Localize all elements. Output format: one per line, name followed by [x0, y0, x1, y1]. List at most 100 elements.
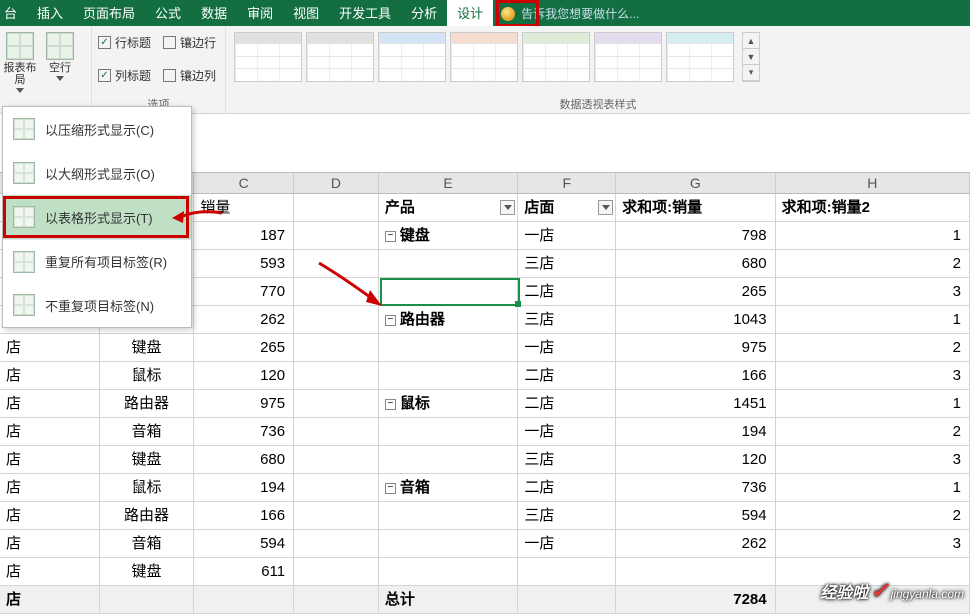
pivot-product[interactable] [379, 530, 519, 558]
cell-sales[interactable]: 265 [194, 334, 294, 362]
cell-store[interactable]: 店 [0, 362, 100, 390]
pivot-store[interactable]: 二店 [518, 362, 616, 390]
col-header-h[interactable]: H [776, 173, 970, 193]
pivot-style-2[interactable] [306, 32, 374, 82]
cell-sales[interactable]: 194 [194, 474, 294, 502]
pivot-style-4[interactable] [450, 32, 518, 82]
pivot-sum2[interactable]: 3 [776, 278, 970, 306]
pivot-store[interactable]: 二店 [518, 390, 616, 418]
filter-dropdown-icon[interactable] [500, 200, 515, 215]
tab-pagelayout[interactable]: 页面布局 [73, 0, 145, 26]
pivot-sum2[interactable]: 1 [776, 222, 970, 250]
cell-sales[interactable]: 611 [194, 558, 294, 586]
blank-rows-button[interactable]: 空行 [40, 26, 80, 94]
chk-banded-rows[interactable]: 镶边行 [157, 32, 222, 53]
pivot-product[interactable]: −路由器 [379, 306, 519, 334]
col-header-d[interactable]: D [294, 173, 379, 193]
cell-sales[interactable]: 736 [194, 418, 294, 446]
pivot-product[interactable] [379, 502, 519, 530]
pivot-store[interactable]: 三店 [518, 250, 616, 278]
cell-product[interactable]: 路由器 [100, 502, 195, 530]
pivot-sum2[interactable]: 2 [776, 502, 970, 530]
cell-sales[interactable]: 262 [194, 306, 294, 334]
pivot-sum1[interactable]: 265 [616, 278, 776, 306]
style-gallery-nav[interactable]: ▲ ▼ ▾ [742, 32, 760, 82]
pivot-style-3[interactable] [378, 32, 446, 82]
cell[interactable] [294, 418, 379, 446]
report-layout-button[interactable]: 报表布 局 [0, 26, 40, 94]
pivot-product[interactable] [379, 334, 519, 362]
filter-dropdown-icon[interactable] [598, 200, 613, 215]
col-header-g[interactable]: G [616, 173, 776, 193]
pivot-sum1[interactable]: 680 [616, 250, 776, 278]
cell-product[interactable]: 鼠标 [100, 362, 195, 390]
menu-outline[interactable]: 以大纲形式显示(O) [3, 151, 191, 195]
cell-store[interactable]: 店 [0, 474, 100, 502]
gallery-up-icon[interactable]: ▲ [743, 33, 759, 49]
pivot-sum2[interactable]: 3 [776, 530, 970, 558]
cell-product[interactable]: 键盘 [100, 334, 195, 362]
cell[interactable] [294, 390, 379, 418]
pivot-product[interactable] [379, 362, 519, 390]
pivot-sum1[interactable]: 166 [616, 362, 776, 390]
pivot-style-5[interactable] [522, 32, 590, 82]
cell[interactable] [294, 502, 379, 530]
pivot-sum2[interactable]: 2 [776, 334, 970, 362]
pivot-style-6[interactable] [594, 32, 662, 82]
pivot-product[interactable]: −鼠标 [379, 390, 519, 418]
menu-no-repeat-labels[interactable]: 不重复项目标签(N) [3, 283, 191, 327]
header-product[interactable]: 产品 [379, 194, 519, 222]
pivot-sum1[interactable]: 1451 [616, 390, 776, 418]
pivot-store[interactable]: 一店 [518, 222, 616, 250]
cell[interactable] [294, 194, 379, 222]
pivot-sum2[interactable]: 1 [776, 390, 970, 418]
cell[interactable] [379, 558, 519, 586]
gallery-down-icon[interactable]: ▼ [743, 49, 759, 65]
tab-design[interactable]: 设计 [447, 0, 493, 26]
cell[interactable] [294, 222, 379, 250]
cell[interactable] [294, 362, 379, 390]
cell-sales[interactable]: 770 [194, 278, 294, 306]
gallery-more-icon[interactable]: ▾ [743, 65, 759, 81]
cell[interactable] [294, 446, 379, 474]
pivot-store[interactable]: 二店 [518, 474, 616, 502]
header-sum1[interactable]: 求和项:销量 [616, 194, 776, 222]
pivot-sum1[interactable]: 194 [616, 418, 776, 446]
col-header-c[interactable]: C [194, 173, 294, 193]
header-sum2[interactable]: 求和项:销量2 [776, 194, 970, 222]
cell-sales[interactable]: 594 [194, 530, 294, 558]
cell-product[interactable]: 键盘 [100, 446, 195, 474]
cell-store[interactable]: 店 [0, 558, 100, 586]
cell[interactable] [294, 530, 379, 558]
pivot-store[interactable]: 一店 [518, 530, 616, 558]
pivot-store[interactable]: 一店 [518, 418, 616, 446]
tab-analyze[interactable]: 分析 [401, 0, 447, 26]
tab-view[interactable]: 视图 [283, 0, 329, 26]
pivot-sum2[interactable]: 1 [776, 306, 970, 334]
chk-col-headers[interactable]: ✓列标题 [92, 65, 157, 86]
pivot-sum1[interactable]: 736 [616, 474, 776, 502]
pivot-sum2[interactable]: 1 [776, 474, 970, 502]
pivot-style-1[interactable] [234, 32, 302, 82]
menu-compact[interactable]: 以压缩形式显示(C) [3, 107, 191, 151]
cell-store[interactable]: 店 [0, 334, 100, 362]
cell-sales[interactable]: 680 [194, 446, 294, 474]
pivot-product[interactable] [379, 418, 519, 446]
pivot-store[interactable]: 三店 [518, 502, 616, 530]
cell-product[interactable]: 键盘 [100, 558, 195, 586]
pivot-sum2[interactable]: 2 [776, 418, 970, 446]
pivot-sum1[interactable]: 594 [616, 502, 776, 530]
cell-product[interactable]: 音箱 [100, 530, 195, 558]
cell[interactable] [518, 558, 616, 586]
cell-product[interactable]: 鼠标 [100, 474, 195, 502]
cell-store[interactable]: 店 [0, 390, 100, 418]
pivot-sum1[interactable]: 798 [616, 222, 776, 250]
pivot-store[interactable]: 一店 [518, 334, 616, 362]
tab-review[interactable]: 审阅 [237, 0, 283, 26]
cell-store[interactable]: 店 [0, 502, 100, 530]
tab-partial[interactable]: 台 [0, 0, 27, 26]
chk-row-headers[interactable]: ✓行标题 [92, 32, 157, 53]
pivot-sum2[interactable]: 3 [776, 446, 970, 474]
tab-devtools[interactable]: 开发工具 [329, 0, 401, 26]
pivot-store[interactable]: 三店 [518, 306, 616, 334]
